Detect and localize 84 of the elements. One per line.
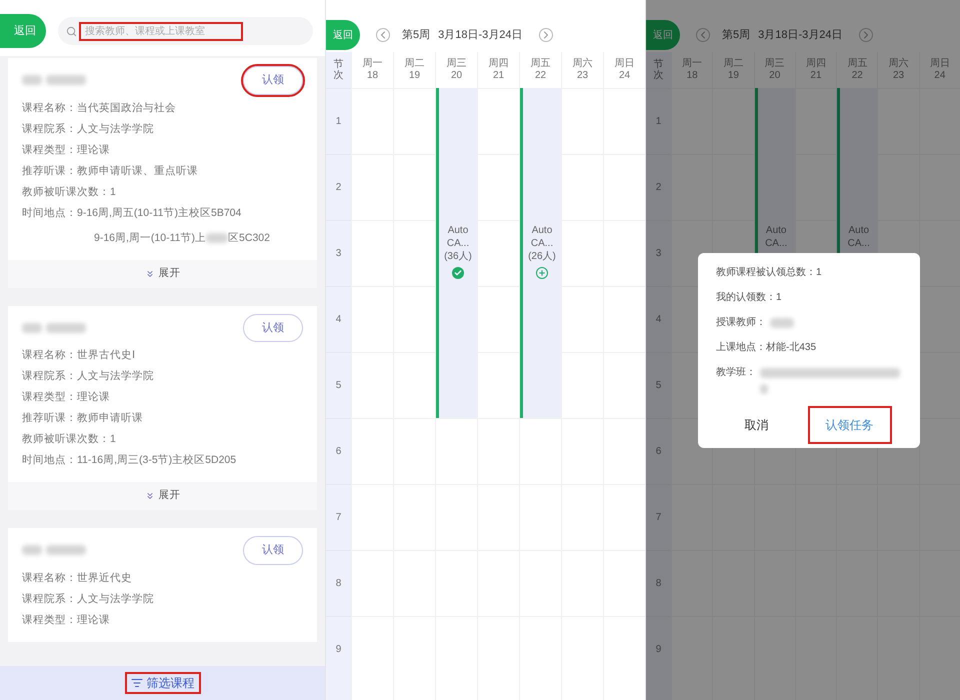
day-name: 周一 <box>682 58 702 70</box>
day-date: 18 <box>686 70 698 82</box>
date-range: 3月18日-3月24日 <box>438 28 522 43</box>
period-header: 节次 <box>654 59 664 81</box>
day-date: 20 <box>450 70 462 82</box>
course-field: 区5C302 <box>228 230 270 246</box>
period-number: 3 <box>656 247 662 261</box>
course-label: Auto <box>766 224 786 237</box>
dialog-text: 教师课程被认领总数：1 <box>716 266 823 280</box>
period-number: 1 <box>656 115 662 129</box>
day-name: 周日 <box>930 58 950 70</box>
period-number: 6 <box>656 445 662 459</box>
course-field: 教师被听课次数：1 <box>22 432 303 447</box>
course-field: 课程类型：理论课 <box>22 390 303 405</box>
course-field: 课程院系：人文与法学学院 <box>22 592 303 606</box>
course-label: Auto <box>848 224 870 237</box>
day-date: 19 <box>728 70 739 82</box>
week-label: 第5周 <box>722 28 750 43</box>
course-field: 课程院系：人文与法学学院 <box>22 369 303 384</box>
day-date: 20 <box>769 70 780 82</box>
course-field: 课程名称：世界古代史Ⅰ <box>22 348 303 363</box>
period-number: 1 <box>336 115 342 129</box>
day-date: 23 <box>576 70 588 82</box>
day-date: 24 <box>618 70 630 82</box>
day-name: 周四 <box>488 58 508 70</box>
day-name: 周四 <box>806 58 826 70</box>
period-number: 9 <box>656 643 662 657</box>
day-name: 周二 <box>723 58 744 70</box>
course-field: 课程类型：理论课 <box>22 142 303 158</box>
day-name: 周三 <box>446 58 466 70</box>
period-number: 5 <box>336 379 342 393</box>
course-field: 课程类型：理论课 <box>22 612 303 628</box>
day-name: 周三 <box>764 58 785 70</box>
dialog-text: 上课地点：材能-北435 <box>716 340 818 355</box>
period-number: 9 <box>336 643 342 657</box>
period-number: 2 <box>656 181 662 195</box>
day-date: 22 <box>852 70 863 82</box>
course-label: CA... <box>848 237 870 250</box>
period-number: 8 <box>656 577 662 591</box>
period-number: 3 <box>336 247 342 261</box>
day-date: 21 <box>810 70 822 82</box>
course-label: (26人) <box>528 250 556 263</box>
course-field: 课程名称：世界近代史 <box>22 570 303 586</box>
course-field: 课程名称：当代英国政治与社会 <box>22 100 303 116</box>
course-label: CA... <box>765 237 788 250</box>
day-name: 周六 <box>888 58 909 70</box>
day-name: 周五 <box>530 58 550 70</box>
course-field: 9-16周,周一(10-11节)上 <box>94 230 206 246</box>
course-label: CA... <box>446 237 470 250</box>
day-date: 19 <box>408 70 420 82</box>
day-date: 22 <box>534 70 546 82</box>
course-field: 推荐听课：教师申请听课 <box>22 411 303 426</box>
date-range: 3月18日-3月24日 <box>758 28 842 43</box>
day-date: 18 <box>366 70 378 82</box>
dialog-text: 我的认领数：1 <box>716 290 783 305</box>
course-label: Auto <box>532 224 552 237</box>
day-name: 周日 <box>614 58 634 70</box>
period-number: 7 <box>336 511 342 525</box>
day-date: 24 <box>934 70 946 82</box>
dialog-text: 授课教师： <box>716 316 766 330</box>
course-field: 推荐听课：教师申请听课、重点听课 <box>22 164 303 178</box>
day-name: 周一 <box>362 58 382 70</box>
course-label: Auto <box>448 224 468 237</box>
day-name: 周二 <box>404 58 424 70</box>
course-field: 时间地点：9-16周,周五(10-11节)主校区5B704 <box>22 206 303 220</box>
course-field: 课程院系：人文与法学学院 <box>22 122 303 136</box>
period-number: 8 <box>336 577 342 591</box>
day-date: 23 <box>892 70 904 82</box>
day-name: 周六 <box>572 58 592 70</box>
period-number: 6 <box>336 445 342 459</box>
period-number: 2 <box>336 181 342 195</box>
course-label: CA... <box>530 237 554 250</box>
day-name: 周五 <box>847 58 868 70</box>
course-field: 时间地点：11-16周,周三(3-5节)主校区5D205 <box>22 453 303 468</box>
dialog-text: 教学班： <box>716 366 756 380</box>
course-label: (36人) <box>444 250 472 263</box>
period-number: 4 <box>336 313 342 327</box>
period-number: 5 <box>656 379 662 393</box>
day-date: 21 <box>492 70 504 82</box>
period-number: 7 <box>656 511 662 525</box>
course-field: 教师被听课次数：1 <box>22 184 303 200</box>
period-number: 4 <box>656 313 662 327</box>
period-header: 节次 <box>334 59 344 81</box>
week-label: 第5周 <box>402 28 430 43</box>
